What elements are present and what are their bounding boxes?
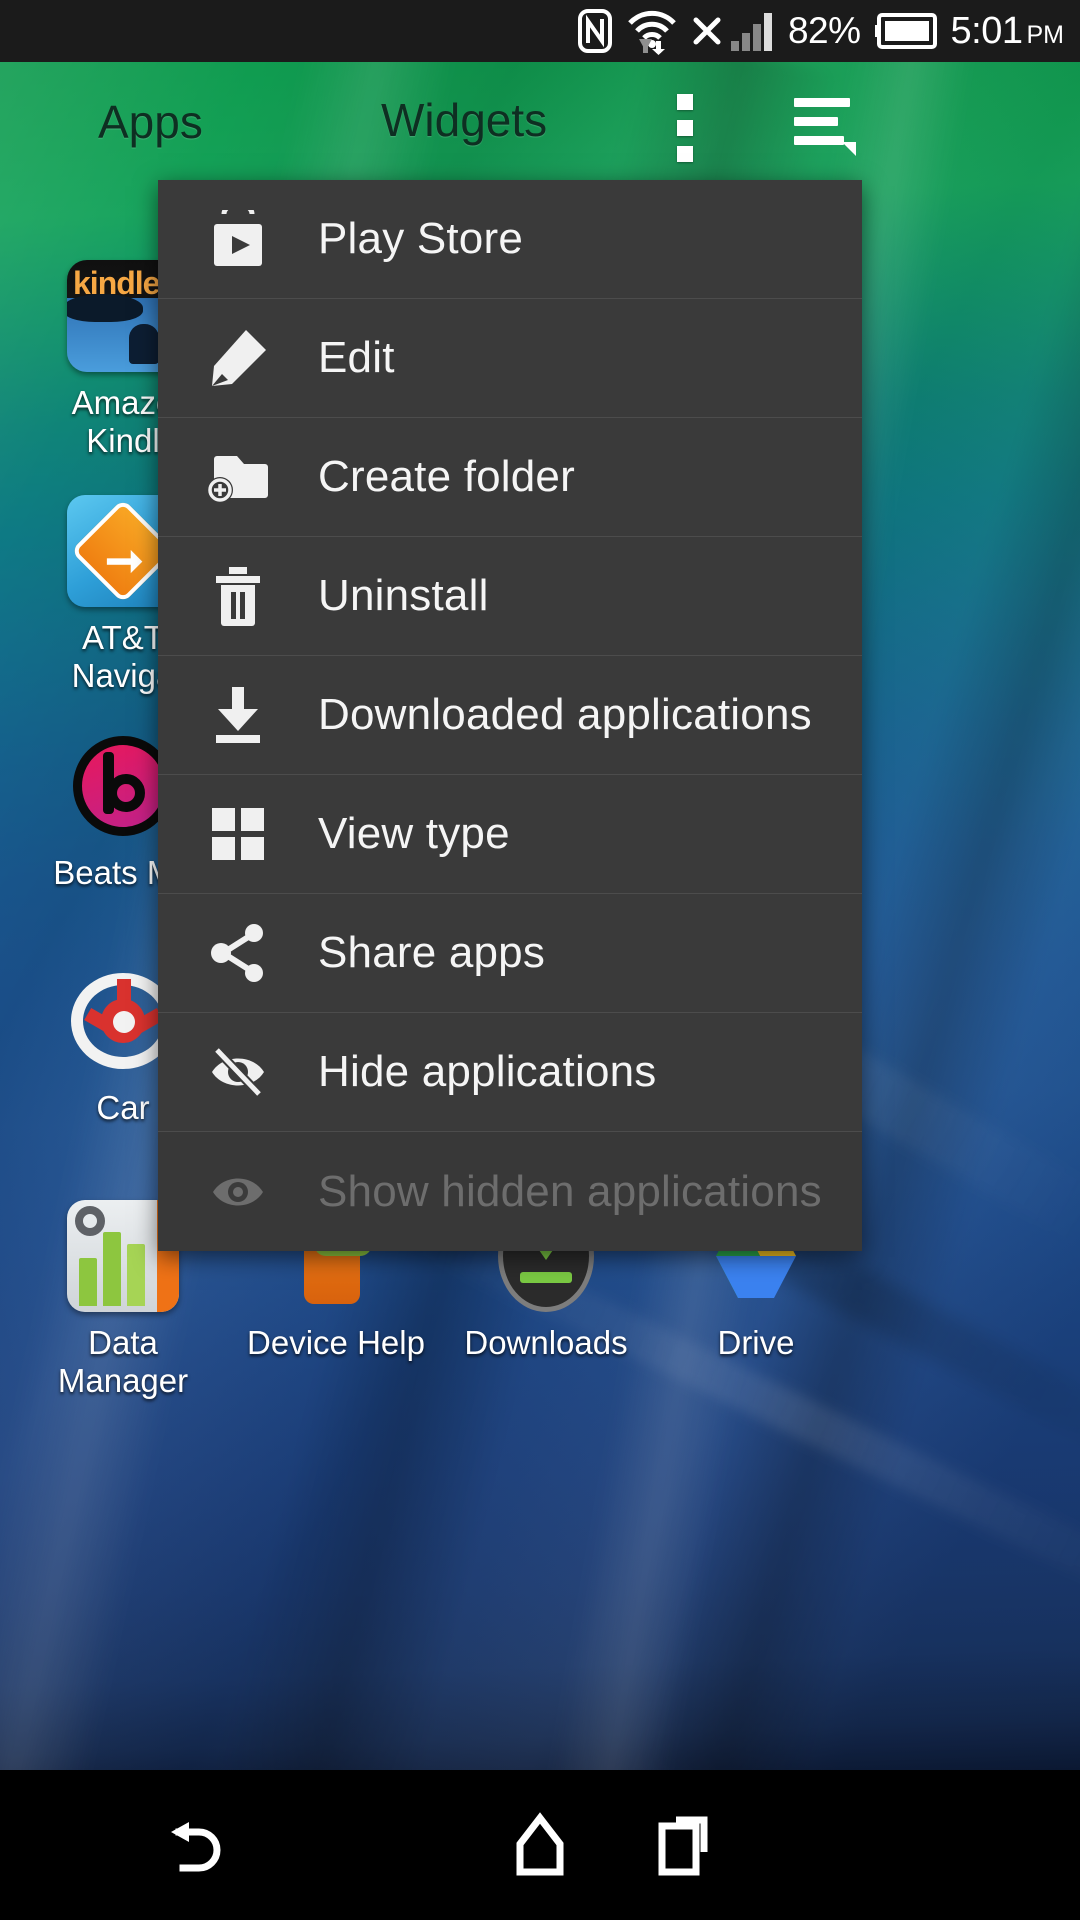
status-bar: 82% 5:01 PM xyxy=(0,0,1080,62)
clock-time: 5:01 xyxy=(950,9,1023,52)
recents-button[interactable] xyxy=(625,1808,745,1882)
clock: 5:01 PM xyxy=(951,10,1064,53)
navigation-bar xyxy=(0,1770,1080,1920)
app-label: Device Help xyxy=(247,1324,425,1361)
folder-add-icon xyxy=(158,450,318,504)
menu-item-label: Uninstall xyxy=(318,571,489,620)
tab-widgets[interactable]: Widgets xyxy=(381,93,547,147)
menu-item-label: View type xyxy=(318,809,510,858)
overflow-menu-icon[interactable] xyxy=(655,88,715,168)
pencil-icon xyxy=(158,328,318,388)
menu-item-share-apps[interactable]: Share apps xyxy=(158,894,862,1013)
download-icon xyxy=(158,685,318,745)
app-label: Drive xyxy=(717,1324,795,1361)
menu-item-label: Edit xyxy=(318,333,395,382)
menu-item-label: Show hidden applications xyxy=(318,1166,822,1216)
back-button[interactable] xyxy=(140,1808,260,1882)
menu-item-show-hidden-applications: Show hidden applications xyxy=(158,1132,862,1251)
app-label: Downloads xyxy=(464,1324,628,1361)
trash-icon xyxy=(158,565,318,627)
battery-percent-label: 82% xyxy=(787,10,861,51)
tab-apps[interactable]: Apps xyxy=(98,95,203,149)
menu-item-downloaded-applications[interactable]: Downloaded applications xyxy=(158,656,862,775)
overflow-popup-menu: Play Store Edit Create folder Uninstall … xyxy=(158,180,862,1251)
eye-icon xyxy=(158,1166,318,1218)
menu-item-label: Play Store xyxy=(318,214,523,263)
no-signal-x-icon xyxy=(692,16,722,46)
menu-item-label: Downloaded applications xyxy=(318,690,812,739)
clock-ampm: PM xyxy=(1026,20,1065,49)
home-button[interactable] xyxy=(480,1808,600,1882)
menu-item-label: Share apps xyxy=(318,928,546,977)
menu-item-uninstall[interactable]: Uninstall xyxy=(158,537,862,656)
wifi-icon xyxy=(626,7,678,55)
cellular-signal-icon xyxy=(730,11,774,51)
list-view-icon[interactable] xyxy=(790,92,860,164)
menu-item-edit[interactable]: Edit xyxy=(158,299,862,418)
grid-icon xyxy=(158,807,318,861)
menu-item-label: Create folder xyxy=(318,452,575,501)
menu-item-view-type[interactable]: View type xyxy=(158,775,862,894)
play-store-icon xyxy=(158,210,318,268)
share-icon xyxy=(158,924,318,982)
menu-item-create-folder[interactable]: Create folder xyxy=(158,418,862,537)
menu-item-label: Hide applications xyxy=(318,1047,657,1096)
app-label: Data Manager xyxy=(57,1324,189,1399)
menu-item-play-store[interactable]: Play Store xyxy=(158,180,862,299)
nfc-icon xyxy=(577,9,612,53)
battery-icon xyxy=(874,13,937,49)
menu-item-hide-applications[interactable]: Hide applications xyxy=(158,1013,862,1132)
eye-slash-icon xyxy=(158,1044,318,1100)
